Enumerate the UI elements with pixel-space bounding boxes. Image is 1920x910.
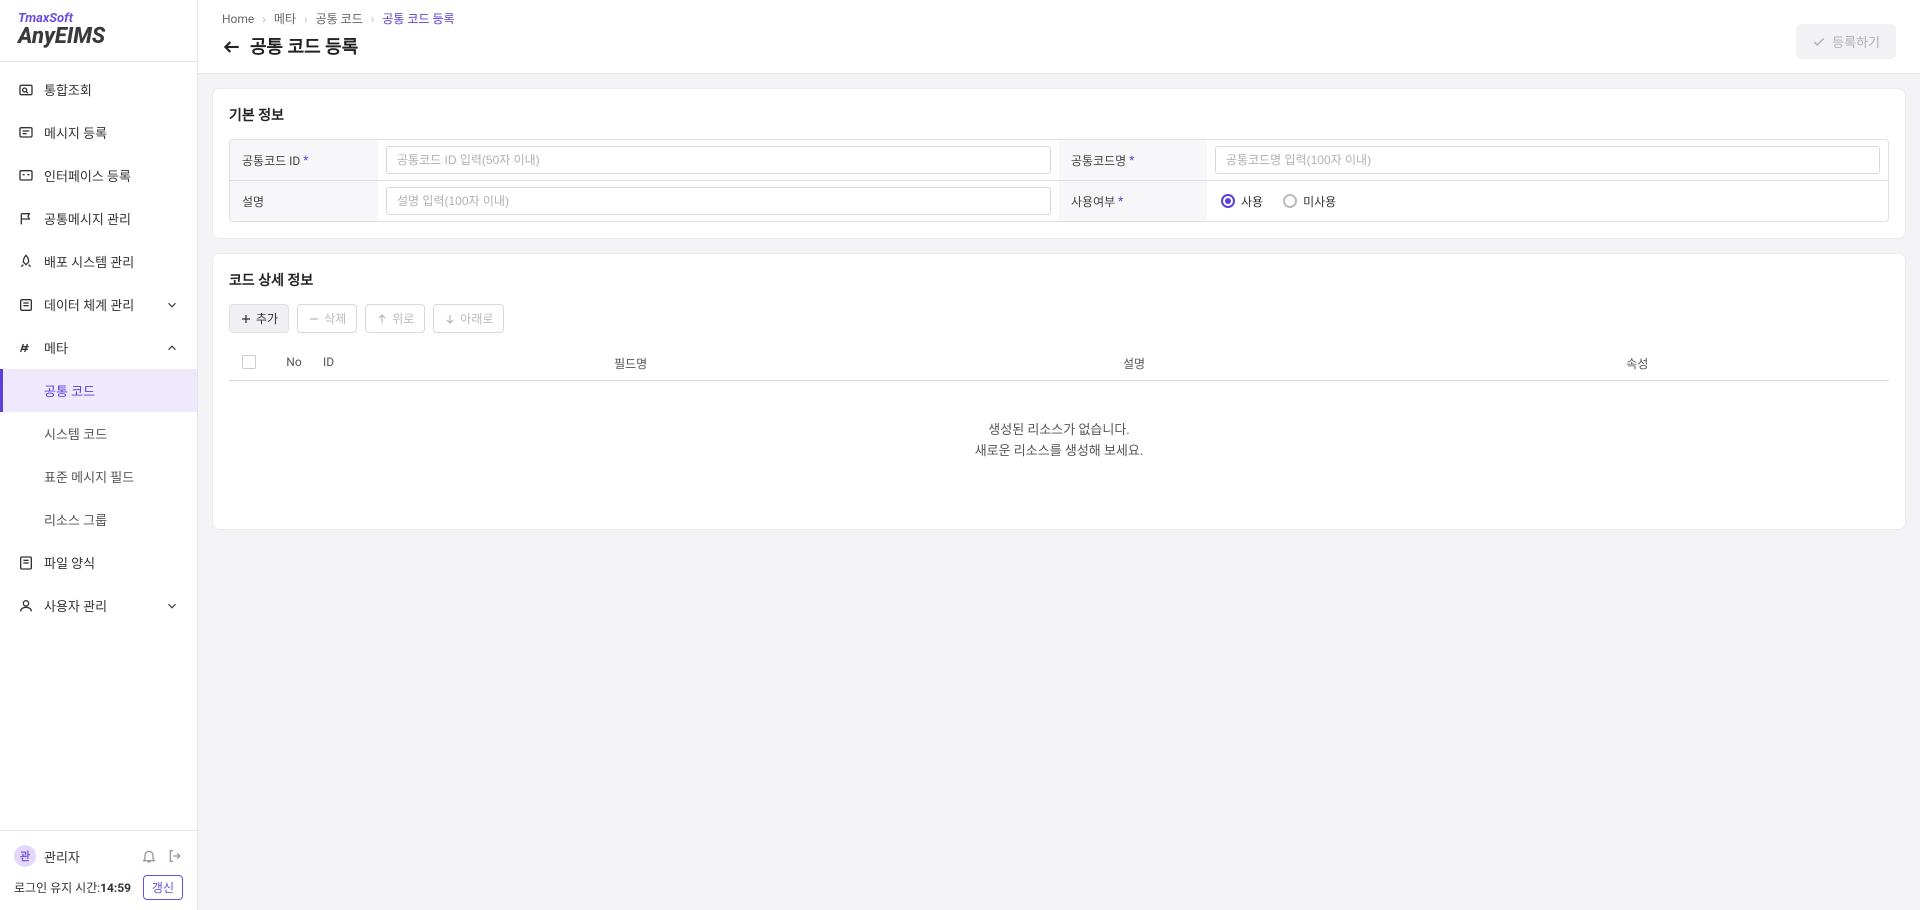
nav-label: 사용자 관리 — [44, 596, 107, 615]
nav-item-user-mgmt[interactable]: 사용자 관리 — [0, 584, 197, 627]
move-down-button[interactable]: 아래로 — [433, 304, 504, 333]
chevron-down-icon — [165, 599, 179, 613]
nav-item-data-system[interactable]: 데이터 체계 관리 — [0, 283, 197, 326]
file-icon — [18, 555, 34, 571]
nav-sub-system-code[interactable]: 시스템 코드 — [0, 412, 197, 455]
nav-label: 메시지 등록 — [44, 123, 107, 142]
nav-label: 데이터 체계 관리 — [44, 295, 134, 314]
nav-label: 파일 양식 — [44, 553, 95, 572]
crumb-home[interactable]: Home — [222, 12, 254, 26]
message-icon — [18, 125, 34, 141]
nav-item-file-format[interactable]: 파일 양식 — [0, 541, 197, 584]
user-icon — [18, 598, 34, 614]
topbar: Home › 메타 › 공통 코드 › 공통 코드 등록 공통 코드 등록 등록… — [198, 0, 1920, 74]
nav-label: 인터페이스 등록 — [44, 166, 131, 185]
submit-button[interactable]: 등록하기 — [1796, 24, 1896, 59]
plus-icon — [240, 313, 252, 325]
interface-icon — [18, 168, 34, 184]
nav-label: 배포 시스템 관리 — [44, 252, 134, 271]
chevron-right-icon: › — [304, 12, 308, 26]
radio-use-on[interactable]: 사용 — [1221, 193, 1263, 210]
chevron-right-icon: › — [262, 12, 266, 26]
chevron-right-icon: › — [371, 12, 375, 26]
bell-icon[interactable] — [141, 848, 157, 864]
minus-icon — [308, 313, 320, 325]
nav-label: 통합조회 — [44, 80, 92, 99]
radio-icon — [1283, 194, 1297, 208]
crumb-code[interactable]: 공통 코드 — [316, 10, 363, 27]
card-basic-info: 기본 정보 공통코드 ID* 공통코드명* — [212, 88, 1906, 239]
col-field: 필드명 — [379, 355, 882, 372]
crumb-current: 공통 코드 등록 — [382, 10, 454, 27]
page-title: 공통 코드 등록 — [250, 33, 358, 59]
nav-item-message-reg[interactable]: 메시지 등록 — [0, 111, 197, 154]
card-title: 기본 정보 — [229, 105, 1889, 125]
nav-item-interface-reg[interactable]: 인터페이스 등록 — [0, 154, 197, 197]
col-desc: 설명 — [882, 355, 1385, 372]
radio-icon — [1221, 194, 1235, 208]
table-header: No ID 필드명 설명 속성 — [229, 347, 1889, 381]
input-desc[interactable] — [386, 187, 1051, 215]
col-attr: 속성 — [1386, 355, 1889, 372]
nav-label: 메타 — [44, 338, 68, 357]
rocket-icon — [18, 254, 34, 270]
logout-icon[interactable] — [167, 848, 183, 864]
crumb-meta[interactable]: 메타 — [274, 10, 296, 27]
label-code-id: 공통코드 ID* — [230, 140, 378, 180]
label-use: 사용여부* — [1059, 181, 1207, 221]
nav-sub-common-code[interactable]: 공통 코드 — [0, 369, 197, 412]
sidebar: TmaxSoft AnyEIMS 통합조회 메시지 등록 — [0, 0, 198, 910]
nav-item-common-msg[interactable]: 공통메시지 관리 — [0, 197, 197, 240]
input-code-name[interactable] — [1215, 146, 1880, 174]
input-code-id[interactable] — [386, 146, 1051, 174]
breadcrumb: Home › 메타 › 공통 코드 › 공통 코드 등록 — [222, 10, 455, 27]
nav-item-meta[interactable]: 메타 — [0, 326, 197, 369]
refresh-button[interactable]: 갱신 — [143, 875, 183, 900]
logo: TmaxSoft AnyEIMS — [0, 0, 197, 62]
nav-label: 공통메시지 관리 — [44, 209, 131, 228]
chevron-down-icon — [165, 298, 179, 312]
nav-sub-std-msg-field[interactable]: 표준 메시지 필드 — [0, 455, 197, 498]
nav-item-search[interactable]: 통합조회 — [0, 68, 197, 111]
avatar: 관 — [14, 845, 36, 867]
user-name: 관리자 — [44, 847, 80, 866]
label-code-name: 공통코드명* — [1059, 140, 1207, 180]
session-info: 로그인 유지 시간:14:59 — [14, 879, 131, 896]
empty-state: 생성된 리소스가 없습니다. 새로운 리소스를 생성해 보세요. — [229, 381, 1889, 513]
check-icon — [1812, 35, 1826, 49]
delete-button[interactable]: 삭제 — [297, 304, 357, 333]
card-title: 코드 상세 정보 — [229, 270, 1889, 290]
select-all-checkbox[interactable] — [242, 355, 256, 369]
card-detail-info: 코드 상세 정보 추가 삭제 위로 아래로 — [212, 253, 1906, 530]
content: 기본 정보 공통코드 ID* 공통코드명* — [198, 74, 1920, 910]
add-button[interactable]: 추가 — [229, 304, 289, 333]
move-up-button[interactable]: 위로 — [365, 304, 425, 333]
radio-use-off[interactable]: 미사용 — [1283, 193, 1336, 210]
nav-item-deploy[interactable]: 배포 시스템 관리 — [0, 240, 197, 283]
col-id: ID — [319, 355, 379, 372]
brand-product: AnyEIMS — [18, 25, 179, 49]
search-icon — [18, 82, 34, 98]
arrow-down-icon — [444, 313, 456, 325]
arrow-up-icon — [376, 313, 388, 325]
label-desc: 설명 — [230, 181, 378, 221]
meta-icon — [18, 340, 34, 356]
back-arrow-icon[interactable] — [222, 37, 240, 55]
flag-icon — [18, 211, 34, 227]
nav-sub-resource-group[interactable]: 리소스 그룹 — [0, 498, 197, 541]
col-no: No — [269, 355, 319, 372]
nav: 통합조회 메시지 등록 인터페이스 등록 — [0, 62, 197, 830]
sidebar-footer: 관 관리자 로그인 유지 시간:14:59 갱신 — [0, 830, 197, 910]
chevron-up-icon — [165, 341, 179, 355]
data-icon — [18, 297, 34, 313]
main: Home › 메타 › 공통 코드 › 공통 코드 등록 공통 코드 등록 등록… — [198, 0, 1920, 910]
